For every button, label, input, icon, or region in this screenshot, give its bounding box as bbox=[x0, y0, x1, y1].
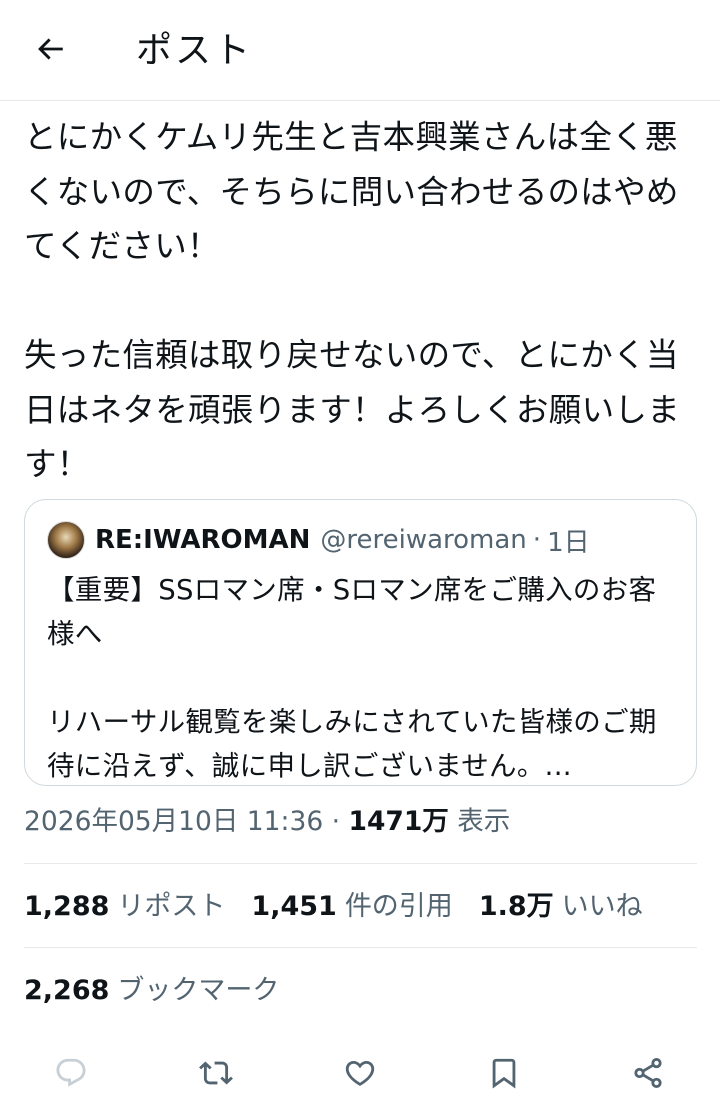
like-icon bbox=[343, 1056, 377, 1094]
bookmark-stat[interactable]: 2,268 ブックマーク bbox=[24, 968, 279, 1014]
like-count: 1.8万 bbox=[478, 891, 554, 922]
avatar[interactable] bbox=[47, 521, 85, 559]
quoted-post-card[interactable]: RE:IWAROMAN @rereiwaroman · 1日 【重要】SSロマン… bbox=[24, 499, 697, 786]
quoted-post-header: RE:IWAROMAN @rereiwaroman · 1日 bbox=[47, 520, 590, 560]
divider bbox=[24, 863, 697, 864]
quote-stat[interactable]: 1,451 件の引用 bbox=[251, 884, 452, 930]
bookmark-count: 2,268 bbox=[24, 975, 110, 1006]
separator-dot: · bbox=[331, 806, 341, 837]
tweet-text: とにかくケムリ先生と吉本興業さんは全く悪くないので、そちらに問い合わせるのはやめ… bbox=[24, 110, 696, 492]
quoted-post-text: 【重要】SSロマン席・Sロマン席をご購入のお客様へ リハーサル観覧を楽しみにされ… bbox=[47, 568, 667, 788]
share-icon bbox=[631, 1056, 665, 1094]
divider bbox=[24, 947, 697, 948]
bookmark-button[interactable] bbox=[480, 1052, 528, 1098]
back-button[interactable] bbox=[24, 27, 76, 75]
top-bar: ポスト bbox=[0, 0, 720, 101]
separator-dot: · bbox=[532, 525, 542, 555]
repost-icon bbox=[199, 1056, 233, 1094]
share-button[interactable] bbox=[624, 1052, 672, 1098]
arrow-left-icon bbox=[33, 32, 67, 70]
view-label: 表示 bbox=[457, 806, 511, 837]
engagement-stats: 1,288 リポスト 1,451 件の引用 1.8万 いいね bbox=[24, 884, 669, 930]
bookmark-icon bbox=[487, 1056, 521, 1094]
reply-button[interactable] bbox=[47, 1052, 95, 1098]
page-title: ポスト bbox=[136, 30, 254, 71]
repost-stat[interactable]: 1,288 リポスト bbox=[24, 884, 225, 930]
post-timestamp[interactable]: 2026年05月10日 11:36 bbox=[24, 806, 323, 837]
like-stat[interactable]: 1.8万 いいね bbox=[479, 884, 643, 930]
bookmark-label: ブックマーク bbox=[117, 975, 280, 1006]
action-bar bbox=[0, 1052, 720, 1098]
quoted-paragraph: リハーサル観覧を楽しみにされていた皆様のご期待に沿えず、誠に申し訳ございません。… bbox=[47, 706, 657, 782]
like-button[interactable] bbox=[336, 1052, 384, 1098]
reply-icon bbox=[54, 1056, 88, 1094]
tweet-paragraph: とにかくケムリ先生と吉本興業さんは全く悪くないので、そちらに問い合わせるのはやめ… bbox=[24, 118, 679, 265]
quote-label: 件の引用 bbox=[344, 891, 453, 922]
quoted-author-handle[interactable]: @rereiwaroman bbox=[320, 525, 526, 555]
quoted-author-name[interactable]: RE:IWAROMAN bbox=[95, 525, 310, 555]
quoted-post-time[interactable]: 1日 bbox=[547, 522, 590, 559]
view-count: 1471万 bbox=[348, 806, 449, 837]
repost-label: リポスト bbox=[117, 891, 226, 922]
quoted-paragraph: 【重要】SSロマン席・Sロマン席をご購入のお客様へ bbox=[47, 574, 657, 650]
repost-count: 1,288 bbox=[24, 891, 110, 922]
tweet-paragraph: 失った信頼は取り戻せないので、とにかく当日はネタを頑張ります！よろしくお願いしま… bbox=[24, 336, 681, 483]
quote-count: 1,451 bbox=[251, 891, 337, 922]
like-label: いいね bbox=[561, 891, 643, 922]
repost-button[interactable] bbox=[192, 1052, 240, 1098]
post-meta: 2026年05月10日 11:36 · 1471万 表示 bbox=[24, 799, 510, 845]
